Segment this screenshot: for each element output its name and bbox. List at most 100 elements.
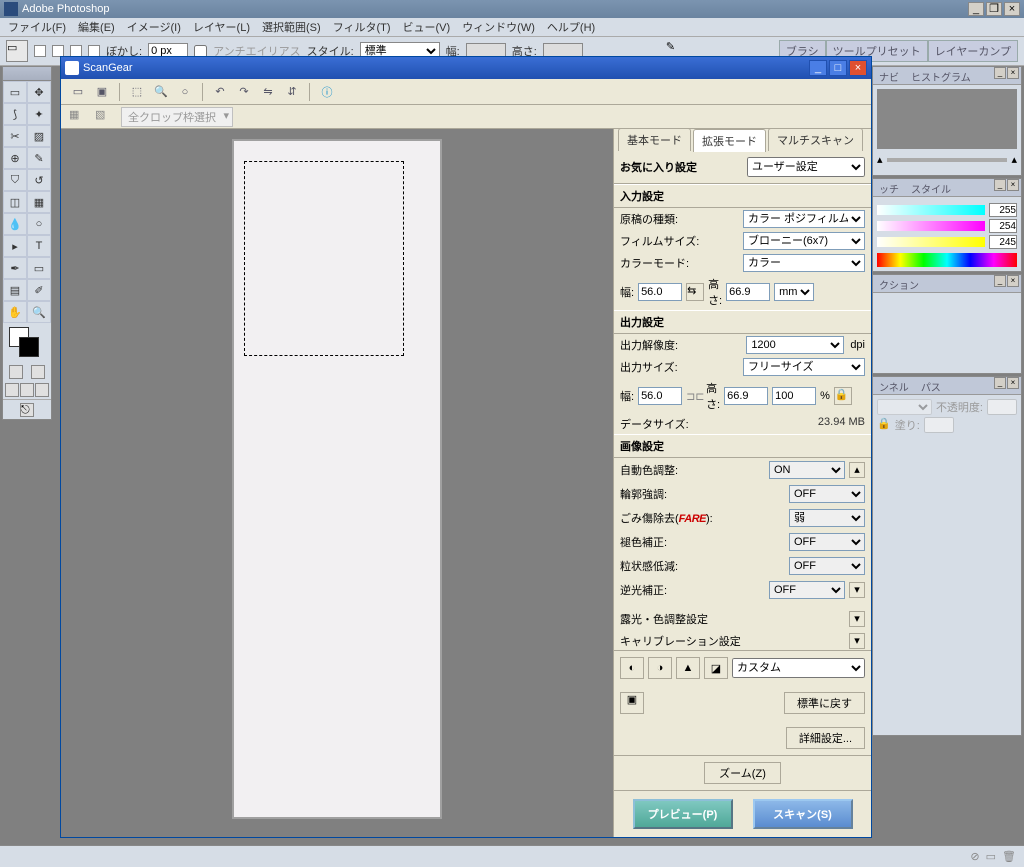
eraser-tool[interactable]: ◫ [3, 191, 27, 213]
sg-crop-icon[interactable]: ⬚ [128, 83, 146, 101]
scangear-preview-area[interactable] [61, 129, 613, 837]
magenta-value[interactable] [989, 219, 1017, 233]
scangear-titlebar[interactable]: ScanGear _ □ × [61, 57, 871, 79]
selection-new-icon[interactable] [34, 45, 46, 57]
stamp-tool[interactable]: ⛉ [3, 169, 27, 191]
menu-view[interactable]: ビュー(V) [397, 19, 457, 35]
sg-rotate-left-icon[interactable]: ↶ [211, 83, 229, 101]
sg-maximize-button[interactable]: □ [829, 60, 847, 76]
sg-close-button[interactable]: × [849, 60, 867, 76]
screen-std-icon[interactable] [5, 383, 19, 397]
grain-select[interactable]: OFF [789, 557, 865, 575]
lock-ratio-button[interactable]: 🔒 [834, 387, 852, 405]
ps-close-button[interactable]: × [1004, 2, 1020, 16]
tone-histogram-icon[interactable]: ▲ [676, 657, 700, 679]
zoom-tool[interactable]: 🔍 [27, 301, 51, 323]
quickmask-mode-icon[interactable] [31, 365, 45, 379]
dust-select[interactable]: 弱 [789, 509, 865, 527]
swatch-tab[interactable]: ッチ [873, 179, 905, 196]
cyan-value[interactable] [989, 203, 1017, 217]
magenta-slider[interactable] [877, 221, 985, 231]
style-tab[interactable]: スタイル [905, 179, 957, 196]
screen-full-icon[interactable] [35, 383, 49, 397]
toolbox-header[interactable] [3, 67, 51, 81]
path-tool[interactable]: ▸ [3, 235, 27, 257]
panel-close-icon[interactable]: × [1007, 67, 1019, 79]
wand-tool[interactable]: ✦ [27, 103, 51, 125]
menu-layer[interactable]: レイヤー(L) [187, 19, 256, 35]
menu-window[interactable]: ウィンドウ(W) [456, 19, 541, 35]
sg-mirror-icon[interactable]: ⇵ [283, 83, 301, 101]
sg-loupe-icon[interactable]: ○ [176, 83, 194, 101]
backlight-select[interactable]: OFF [769, 581, 845, 599]
sg-crop-del-icon[interactable]: ▧ [95, 108, 113, 126]
favorite-select[interactable]: ユーザー設定 [747, 157, 865, 177]
color-ramp[interactable] [877, 253, 1017, 267]
crop-frame[interactable] [244, 161, 404, 356]
channel-tab[interactable]: ンネル [873, 377, 915, 394]
path-tab[interactable]: パス [915, 377, 947, 394]
zoom-out-icon[interactable]: ▴ [877, 153, 883, 166]
scale-input[interactable] [772, 387, 816, 405]
menu-file[interactable]: ファイル(F) [2, 19, 72, 35]
jump-to-icon[interactable]: ⎋ [20, 403, 34, 417]
menu-image[interactable]: イメージ(I) [121, 19, 187, 35]
type-tool[interactable]: T [27, 235, 51, 257]
tab-basic[interactable]: 基本モード [618, 128, 691, 151]
sg-flip-icon[interactable]: ⇋ [259, 83, 277, 101]
heal-tool[interactable]: ⊕ [3, 147, 27, 169]
blur-tool[interactable]: 💧 [3, 213, 27, 235]
ps-maximize-button[interactable]: ❐ [986, 2, 1002, 16]
actions-tab[interactable]: クション [873, 275, 925, 292]
scan-button[interactable]: スキャン(S) [753, 799, 853, 829]
move-tool[interactable]: ✥ [27, 81, 51, 103]
panel-min-icon[interactable]: _ [994, 67, 1006, 79]
custom-preset-select[interactable]: カスタム [732, 658, 865, 678]
sg-info-icon[interactable]: ⓘ [318, 83, 336, 101]
standard-mode-icon[interactable] [9, 365, 23, 379]
shape-tool[interactable]: ▭ [27, 257, 51, 279]
filmsize-select[interactable]: ブローニー(6x7) [743, 232, 865, 250]
source-select[interactable]: カラー ポジフィルム [743, 210, 865, 228]
zoom-in-icon[interactable]: ▴ [1011, 153, 1017, 166]
detail-settings-button[interactable]: 詳細設定... [786, 727, 865, 749]
calib-expand-button[interactable]: ▾ [849, 633, 865, 649]
in-height-input[interactable] [726, 283, 770, 301]
sg-crop-select-dropdown[interactable]: 全クロップ枠選択 [121, 107, 233, 127]
sg-minimize-button[interactable]: _ [809, 60, 827, 76]
panel-min-icon[interactable]: _ [994, 275, 1006, 287]
brush-tool[interactable]: ✎ [27, 147, 51, 169]
unsharp-select[interactable]: OFF [789, 485, 865, 503]
reset-button[interactable]: 標準に戻す [784, 692, 865, 714]
yellow-slider[interactable] [877, 237, 985, 247]
menu-help[interactable]: ヘルプ(H) [541, 19, 601, 35]
marquee-tool-icon[interactable]: ▭ [6, 40, 28, 62]
background-color[interactable] [19, 337, 39, 357]
autotone-select[interactable]: ON [769, 461, 845, 479]
notes-tool[interactable]: ▤ [3, 279, 27, 301]
menu-select[interactable]: 選択範囲(S) [256, 19, 327, 35]
colormode-select[interactable]: カラー [743, 254, 865, 272]
sg-zoom-icon[interactable]: 🔍 [152, 83, 170, 101]
unit-select[interactable]: mm [774, 283, 814, 301]
menu-edit[interactable]: 編集(E) [72, 19, 121, 35]
history-brush-tool[interactable]: ↺ [27, 169, 51, 191]
tone-curve-icon[interactable]: ◪ [704, 657, 728, 679]
pen-tool[interactable]: ✒ [3, 257, 27, 279]
crop-tool[interactable]: ✂ [3, 125, 27, 147]
lasso-tool[interactable]: ⟆ [3, 103, 27, 125]
link-icon[interactable]: ⊐⊏ [686, 390, 702, 403]
out-width-input[interactable] [638, 387, 682, 405]
exposure-expand-button[interactable]: ▾ [849, 611, 865, 627]
preview-button[interactable]: プレビュー(P) [633, 799, 733, 829]
marquee-tool[interactable]: ▭ [3, 81, 27, 103]
screen-full-menu-icon[interactable] [20, 383, 34, 397]
resolution-select[interactable]: 1200 [746, 336, 844, 354]
tone-auto-icon[interactable]: ◐ [620, 657, 644, 679]
tone-review-icon[interactable]: ▣ [620, 692, 644, 714]
in-width-input[interactable] [638, 283, 682, 301]
outsize-select[interactable]: フリーサイズ [743, 358, 865, 376]
panel-close-icon[interactable]: × [1007, 275, 1019, 287]
zoom-button[interactable]: ズーム(Z) [704, 762, 781, 784]
panel-min-icon[interactable]: _ [994, 179, 1006, 191]
